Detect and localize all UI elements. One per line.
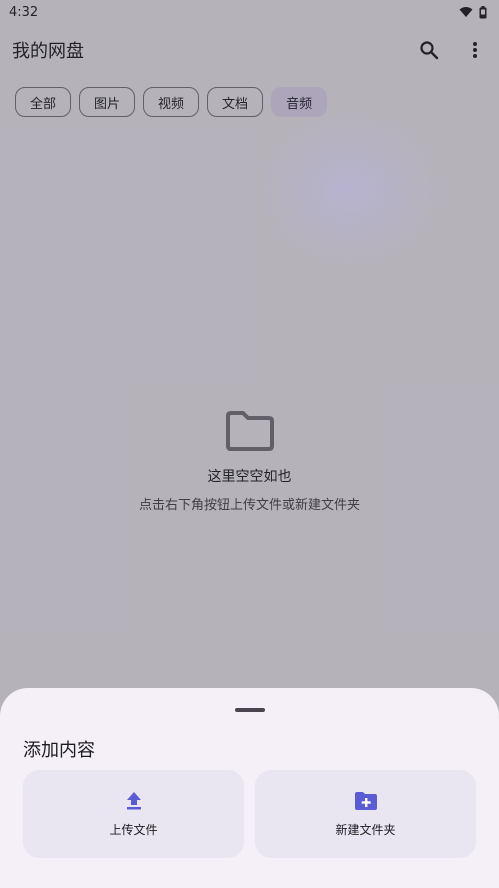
new-folder-label: 新建文件夹 (335, 822, 396, 837)
drag-handle[interactable] (235, 708, 265, 712)
bottom-sheet-title: 添加内容 (23, 740, 95, 761)
ripple-highlight (255, 110, 445, 270)
upload-file-label: 上传文件 (109, 822, 158, 837)
new-folder-icon (354, 791, 377, 810)
new-folder-button[interactable]: 新建文件夹 (255, 770, 476, 858)
bottom-sheet-actions: 上传文件 新建文件夹 (23, 770, 476, 858)
upload-file-button[interactable]: 上传文件 (23, 770, 244, 858)
upload-icon (126, 791, 141, 809)
bottom-sheet: 添加内容 上传文件 新建文件夹 (0, 688, 499, 888)
